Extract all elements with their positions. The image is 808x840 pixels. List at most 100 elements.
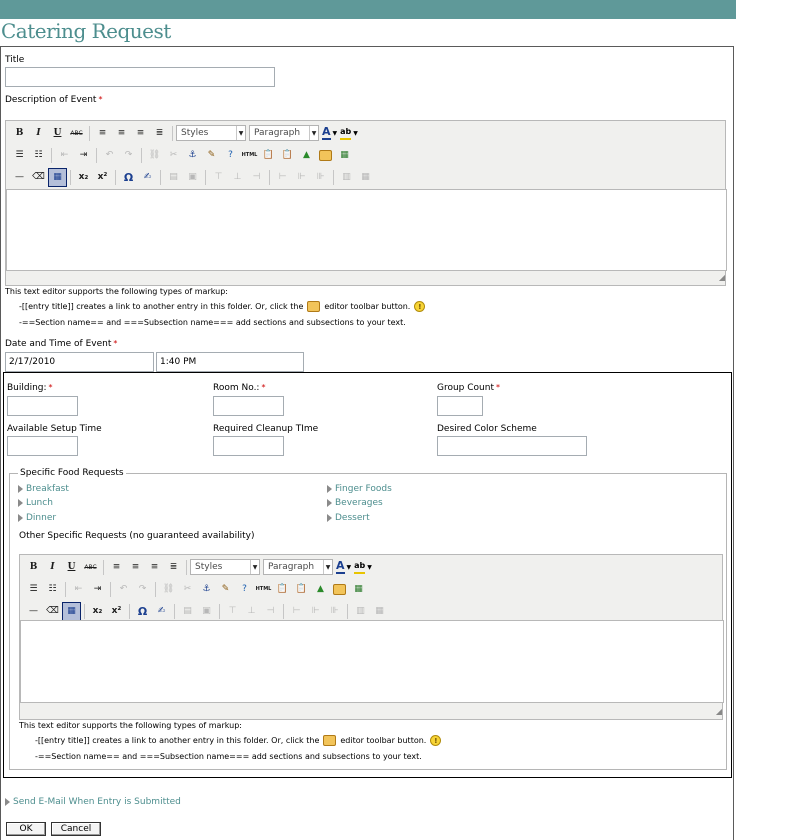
cleanup-icon[interactable]: ✎ (216, 580, 235, 599)
title-input[interactable] (5, 67, 275, 87)
indent-icon[interactable]: ⇥ (88, 580, 107, 599)
indent-icon[interactable]: ⇥ (74, 146, 93, 165)
align-right-icon[interactable]: ≡ (145, 558, 164, 577)
format-dropdown[interactable]: Paragraph ▼ (249, 125, 319, 141)
send-email-link[interactable]: Send E-Mail When Entry is Submitted (5, 797, 181, 807)
row-after-icon[interactable]: ⊥ (242, 602, 261, 621)
time-input[interactable] (156, 352, 304, 372)
underline-button[interactable]: U (62, 558, 81, 577)
media-icon[interactable]: ▦ (349, 580, 368, 599)
ok-button[interactable]: OK (6, 822, 46, 836)
highlight-color-button[interactable]: ab ▼ (340, 126, 358, 140)
row-before-icon[interactable]: ⊤ (223, 602, 242, 621)
image-icon[interactable]: ▲ (311, 580, 330, 599)
table-props-icon[interactable]: ▤ (164, 168, 183, 187)
food-link-dessert[interactable]: Dessert (327, 513, 370, 523)
entry-link-icon[interactable] (316, 146, 335, 165)
col-after-icon[interactable]: ⊩ (306, 602, 325, 621)
strikethrough-button[interactable]: ABC (67, 124, 86, 143)
merge-cells-icon[interactable]: ▦ (370, 602, 389, 621)
delete-row-icon[interactable]: ⊣ (261, 602, 280, 621)
bullet-list-icon[interactable]: ☰ (10, 146, 29, 165)
unlink-icon[interactable]: ✂ (178, 580, 197, 599)
food-link-dinner[interactable]: Dinner (18, 513, 56, 523)
italic-button[interactable]: I (29, 124, 48, 143)
paste-text-icon[interactable]: 📋 (259, 146, 278, 165)
resize-handle-icon[interactable]: ◢ (716, 707, 722, 716)
resize-handle-icon[interactable]: ◢ (719, 273, 725, 282)
description-edit-area[interactable] (6, 189, 727, 271)
align-right-icon[interactable]: ≡ (131, 124, 150, 143)
building-input[interactable] (7, 396, 78, 416)
media-icon[interactable]: ▦ (335, 146, 354, 165)
cancel-button[interactable]: Cancel (51, 822, 101, 836)
align-center-icon[interactable]: ≡ (112, 124, 131, 143)
food-link-finger-foods[interactable]: Finger Foods (327, 484, 392, 494)
delete-col-icon[interactable]: ⊪ (311, 168, 330, 187)
food-link-beverages[interactable]: Beverages (327, 498, 383, 508)
paste-text-icon[interactable]: 📋 (273, 580, 292, 599)
remove-format-icon[interactable]: ⌫ (43, 602, 62, 621)
split-cells-icon[interactable]: ▥ (351, 602, 370, 621)
cell-props-icon[interactable]: ▣ (197, 602, 216, 621)
outdent-icon[interactable]: ⇤ (55, 146, 74, 165)
unlink-icon[interactable]: ✂ (164, 146, 183, 165)
font-color-button[interactable]: A ▼ (336, 560, 351, 574)
strikethrough-button[interactable]: ABC (81, 558, 100, 577)
redo-icon[interactable]: ↷ (133, 580, 152, 599)
redo-icon[interactable]: ↷ (119, 146, 138, 165)
numbered-list-icon[interactable]: ☷ (43, 580, 62, 599)
image-icon[interactable]: ▲ (297, 146, 316, 165)
cleanup-time-input[interactable] (213, 436, 284, 456)
help-icon[interactable]: ? (235, 580, 254, 599)
paste-word-icon[interactable]: 📋 (292, 580, 311, 599)
merge-cells-icon[interactable]: ▦ (356, 168, 375, 187)
remove-format-icon[interactable]: ⌫ (29, 168, 48, 187)
horizontal-rule-icon[interactable]: — (10, 168, 29, 187)
help-icon[interactable]: ? (221, 146, 240, 165)
group-count-input[interactable] (437, 396, 483, 416)
anchor-icon[interactable]: ⚓ (183, 146, 202, 165)
special-char-icon[interactable]: Ω (133, 602, 152, 621)
paste-word-icon[interactable]: 📋 (278, 146, 297, 165)
html-source-button[interactable]: HTML (254, 580, 273, 599)
date-input[interactable] (5, 352, 154, 372)
col-before-icon[interactable]: ⊢ (273, 168, 292, 187)
italic-button[interactable]: I (43, 558, 62, 577)
split-cells-icon[interactable]: ▥ (337, 168, 356, 187)
edit-icon[interactable]: ✍ (152, 602, 171, 621)
special-char-icon[interactable]: Ω (119, 168, 138, 187)
align-left-icon[interactable]: ≡ (93, 124, 112, 143)
align-justify-icon[interactable]: ≣ (150, 124, 169, 143)
col-after-icon[interactable]: ⊩ (292, 168, 311, 187)
link-icon[interactable]: ⛓ (145, 146, 164, 165)
undo-icon[interactable]: ↶ (114, 580, 133, 599)
info-icon[interactable]: ! (430, 735, 442, 746)
horizontal-rule-icon[interactable]: — (24, 602, 43, 621)
bold-button[interactable]: B (24, 558, 43, 577)
subscript-icon[interactable]: x₂ (74, 168, 93, 187)
table-props-icon[interactable]: ▤ (178, 602, 197, 621)
superscript-icon[interactable]: x² (93, 168, 112, 187)
food-link-lunch[interactable]: Lunch (18, 498, 53, 508)
other-requests-edit-area[interactable] (20, 620, 724, 703)
html-source-button[interactable]: HTML (240, 146, 259, 165)
entry-link-icon[interactable] (330, 580, 349, 599)
outdent-icon[interactable]: ⇤ (69, 580, 88, 599)
delete-col-icon[interactable]: ⊪ (325, 602, 344, 621)
align-justify-icon[interactable]: ≣ (164, 558, 183, 577)
bold-button[interactable]: B (10, 124, 29, 143)
align-left-icon[interactable]: ≡ (107, 558, 126, 577)
underline-button[interactable]: U (48, 124, 67, 143)
row-before-icon[interactable]: ⊤ (209, 168, 228, 187)
link-icon[interactable]: ⛓ (159, 580, 178, 599)
room-input[interactable] (213, 396, 284, 416)
styles-dropdown[interactable]: Styles ▼ (176, 125, 246, 141)
visual-aid-icon[interactable]: ▦ (62, 601, 81, 621)
bullet-list-icon[interactable]: ☰ (24, 580, 43, 599)
cell-props-icon[interactable]: ▣ (183, 168, 202, 187)
anchor-icon[interactable]: ⚓ (197, 580, 216, 599)
color-scheme-input[interactable] (437, 436, 587, 456)
subscript-icon[interactable]: x₂ (88, 602, 107, 621)
align-center-icon[interactable]: ≡ (126, 558, 145, 577)
